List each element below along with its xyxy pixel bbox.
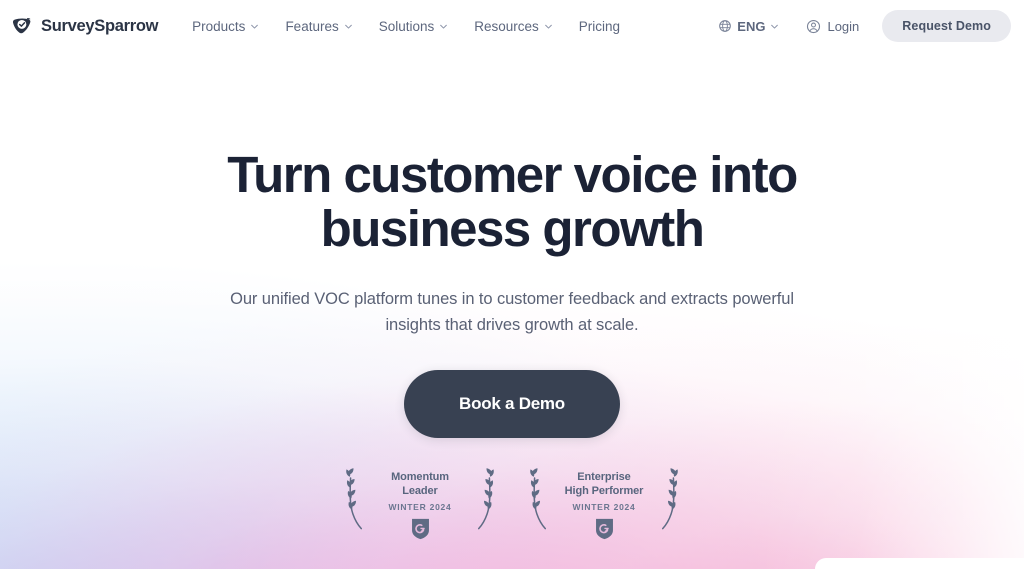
book-a-demo-button[interactable]: Book a Demo: [404, 370, 620, 439]
badge-title: Momentum Leader: [391, 470, 449, 498]
language-label: ENG: [737, 18, 766, 34]
main-navigation: Products Features Solutions Resources Pr…: [192, 19, 620, 34]
nav-item-label: Solutions: [378, 18, 435, 34]
chevron-down-icon: [251, 24, 259, 29]
nav-item-label: Pricing: [578, 18, 621, 34]
chevron-down-icon: [440, 24, 448, 29]
brand-logo[interactable]: SurveySparrow: [12, 16, 158, 37]
badge-title-line-1: Enterprise: [577, 471, 631, 484]
site-header: SurveySparrow Products Features Solution…: [0, 0, 1024, 52]
nav-item-solutions[interactable]: Solutions: [379, 19, 449, 34]
hero-subtitle: Our unified VOC platform tunes in to cus…: [212, 286, 812, 339]
badge-content: Enterprise High Performer WINTER 2024: [549, 462, 659, 540]
chevron-down-icon: [771, 24, 779, 29]
hero-cta-container: Book a Demo: [0, 370, 1024, 439]
hero-subtitle-line-1: Our unified VOC platform tunes in to cus…: [230, 289, 728, 308]
badge-momentum-leader: Momentum Leader WINTER 2024: [336, 462, 504, 540]
badge-enterprise-high-performer: Enterprise High Performer WINTER 2024: [520, 462, 688, 540]
badge-title-line-2: High Performer: [564, 485, 644, 498]
laurel-left-icon: [346, 468, 362, 530]
user-circle-icon: [807, 19, 821, 33]
request-demo-button[interactable]: Request Demo: [882, 10, 1011, 42]
laurel-left-icon: [530, 468, 546, 530]
page-root: SurveySparrow Products Features Solution…: [0, 0, 1024, 569]
chevron-down-icon: [544, 24, 552, 29]
hero-title-line-2: business growth: [320, 199, 705, 257]
laurel-right-icon: [478, 468, 494, 530]
chevron-down-icon: [344, 24, 352, 29]
header-actions: ENG Login Request Demo: [718, 10, 1011, 42]
laurel-right-icon: [662, 468, 678, 530]
globe-icon: [719, 20, 732, 32]
login-link[interactable]: Login: [806, 19, 859, 34]
nav-item-label: Products: [192, 18, 246, 34]
nav-item-pricing[interactable]: Pricing: [579, 19, 620, 34]
login-label: Login: [827, 18, 860, 34]
page-title: Turn customer voice into business growth: [192, 148, 832, 256]
g2-shield-icon: [411, 519, 429, 540]
nav-item-features[interactable]: Features: [285, 19, 352, 34]
language-selector[interactable]: ENG: [718, 19, 779, 34]
badge-period: WINTER 2024: [572, 502, 636, 513]
brand-name: SurveySparrow: [41, 16, 159, 35]
nav-item-resources[interactable]: Resources: [474, 19, 553, 34]
hero-title-line-1: Turn customer voice into: [227, 146, 798, 203]
hero-section: Turn customer voice into business growth…: [0, 52, 1024, 439]
chat-widget-panel[interactable]: [815, 558, 1024, 569]
award-badges: Momentum Leader WINTER 2024 Enterprise H…: [0, 462, 1024, 540]
nav-item-label: Resources: [474, 18, 539, 34]
g2-shield-icon: [595, 519, 613, 540]
nav-item-products[interactable]: Products: [192, 19, 259, 34]
badge-period: WINTER 2024: [388, 502, 452, 513]
badge-content: Momentum Leader WINTER 2024: [365, 462, 475, 540]
badge-title: Enterprise High Performer: [565, 470, 644, 498]
nav-item-label: Features: [285, 18, 339, 34]
badge-title-line-1: Momentum: [391, 471, 449, 484]
badge-title-line-2: Leader: [402, 485, 438, 498]
surveysparrow-shield-icon: [12, 17, 31, 33]
